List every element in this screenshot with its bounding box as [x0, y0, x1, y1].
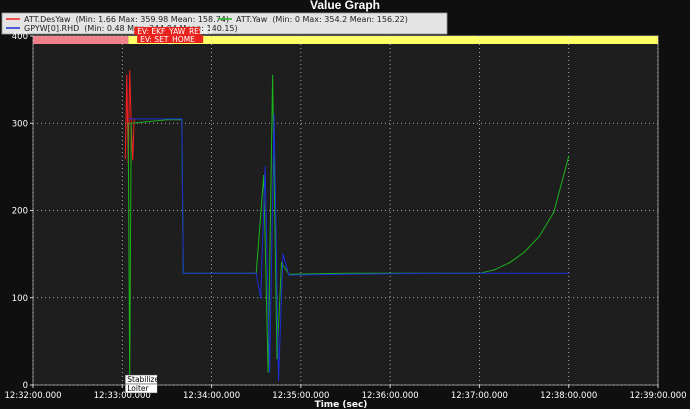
series-2-point-10: [288, 274, 290, 276]
series-1-point-21: [568, 155, 570, 157]
x-tick-label-5: 12:37:00.000: [451, 391, 508, 401]
x-axis-ticks: 12:32:00.000 12:33:00.000 12:34:00.000 12:3…: [4, 385, 687, 401]
series-1-point-20: [553, 211, 555, 213]
series-1-point-0: [127, 122, 129, 124]
series-1-point-9: [272, 74, 274, 76]
x-tick-label-6: 12:38:00.000: [540, 391, 597, 401]
legend: ATT.DesYaw (Min: 1.66 Max: 359.98 Mean: 1…: [1, 12, 448, 35]
series-2-point-13: [478, 272, 480, 274]
x-tick-label-7: 12:39:00.000: [629, 391, 686, 401]
series-2-point-14: [523, 272, 525, 274]
value-graph-chart: Value Graph ATT.DesYaw (Min: 1.66 Max: 35…: [1, 0, 687, 409]
series-1-point-10: [276, 358, 278, 360]
legend-name-0: ATT.DesYaw: [24, 15, 71, 24]
y-tick-label-2: 200: [12, 207, 28, 217]
mode-label-1: Loiter: [127, 384, 149, 393]
series-1-point-18: [523, 251, 525, 253]
x-tick-label-4: 12:36:00.000: [362, 391, 419, 401]
series-2-point-2: [182, 272, 184, 274]
series-2-point-9: [282, 253, 284, 255]
y-axis-ticks: 0 100 200 300 400: [12, 32, 33, 391]
series-2-point-7: [273, 113, 275, 116]
x-axis-label: Time (sec): [315, 400, 368, 409]
mode-segment-1: [128, 36, 658, 44]
series-2-point-6: [269, 371, 271, 373]
legend-stats-1: (Min: 0 Max: 354.2 Mean: 156.22): [272, 15, 408, 24]
series-2-point-3: [255, 272, 257, 274]
series-0-point-0: [124, 157, 126, 159]
series-2-point-4: [260, 297, 262, 299]
legend-name-1: ATT.Yaw: [236, 15, 268, 24]
x-tick-label-2: 12:34:00.000: [183, 391, 240, 401]
legend-stats-0: (Min: 1.66 Max: 359.98 Mean: 158.74): [76, 15, 229, 24]
series-2-point-0: [129, 118, 131, 120]
series-1-point-17: [508, 262, 510, 264]
series-2-point-11: [344, 273, 347, 275]
y-tick-label-1: 100: [12, 294, 28, 304]
series-1-point-19: [538, 236, 540, 238]
series-2-point-8: [277, 380, 280, 382]
series-2-point-1: [181, 118, 183, 120]
event-label-1: EV: SET_HOME: [140, 35, 195, 44]
series-1-point-7: [263, 175, 265, 177]
series-2-point-5: [264, 166, 266, 168]
legend-name-2: GPYW[0].RHD: [24, 24, 79, 33]
series-0-point-5: [132, 159, 134, 161]
mode-labels: StabilizeLoiter: [125, 374, 160, 394]
series-1-point-8: [267, 371, 269, 373]
x-tick-label-0: 12:32:00.000: [4, 391, 61, 401]
series-0-point-3: [129, 70, 131, 72]
series-2-point-15: [568, 272, 570, 274]
mode-segment-0: [33, 36, 129, 44]
event-markers: EV: EKF_YAW_RESETEV: SET_HOME: [134, 27, 213, 44]
series-2-point-12: [434, 272, 436, 274]
y-tick-label-0: 0: [23, 381, 28, 391]
series-1-point-16: [493, 269, 495, 271]
mode-label-0: Stabilize: [127, 375, 159, 384]
chart-title: Value Graph: [310, 0, 380, 12]
series-0-point-1: [126, 74, 128, 76]
series-1-point-11: [280, 262, 283, 264]
y-tick-label-3: 300: [12, 119, 28, 129]
series-1-point-2: [130, 122, 132, 124]
y-tick-label-4: 400: [12, 32, 28, 42]
mode-band: [33, 36, 658, 44]
